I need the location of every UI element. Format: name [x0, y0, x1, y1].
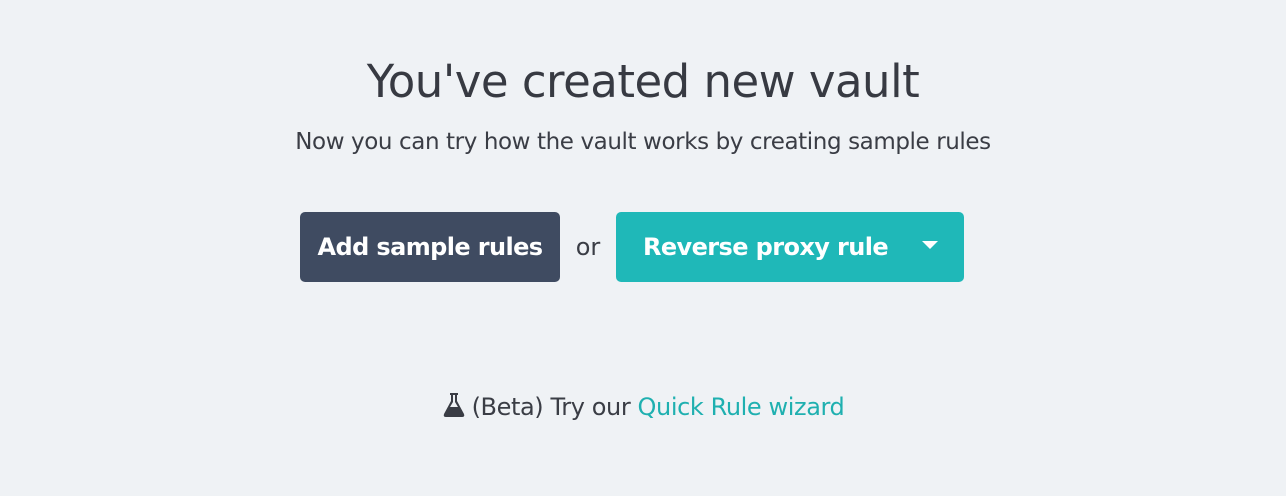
add-sample-rules-button[interactable]: Add sample rules — [300, 212, 560, 282]
beta-wizard-note: (Beta) Try our Quick Rule wizard — [0, 390, 1286, 424]
or-separator: or — [575, 233, 601, 261]
action-row: Add sample rules or Reverse proxy rule — [300, 212, 964, 282]
page-title: You've created new vault — [366, 55, 920, 108]
rule-type-selected-label: Reverse proxy rule — [643, 233, 889, 261]
chevron-down-icon — [922, 241, 938, 249]
vault-created-page: You've created new vault Now you can try… — [0, 0, 1286, 496]
flask-icon — [442, 392, 466, 418]
page-subtitle: Now you can try how the vault works by c… — [295, 129, 991, 155]
quick-rule-wizard-link[interactable]: Quick Rule wizard — [638, 393, 845, 421]
beta-prefix-text: (Beta) Try our — [471, 393, 631, 421]
rule-type-dropdown[interactable]: Reverse proxy rule — [616, 212, 964, 282]
